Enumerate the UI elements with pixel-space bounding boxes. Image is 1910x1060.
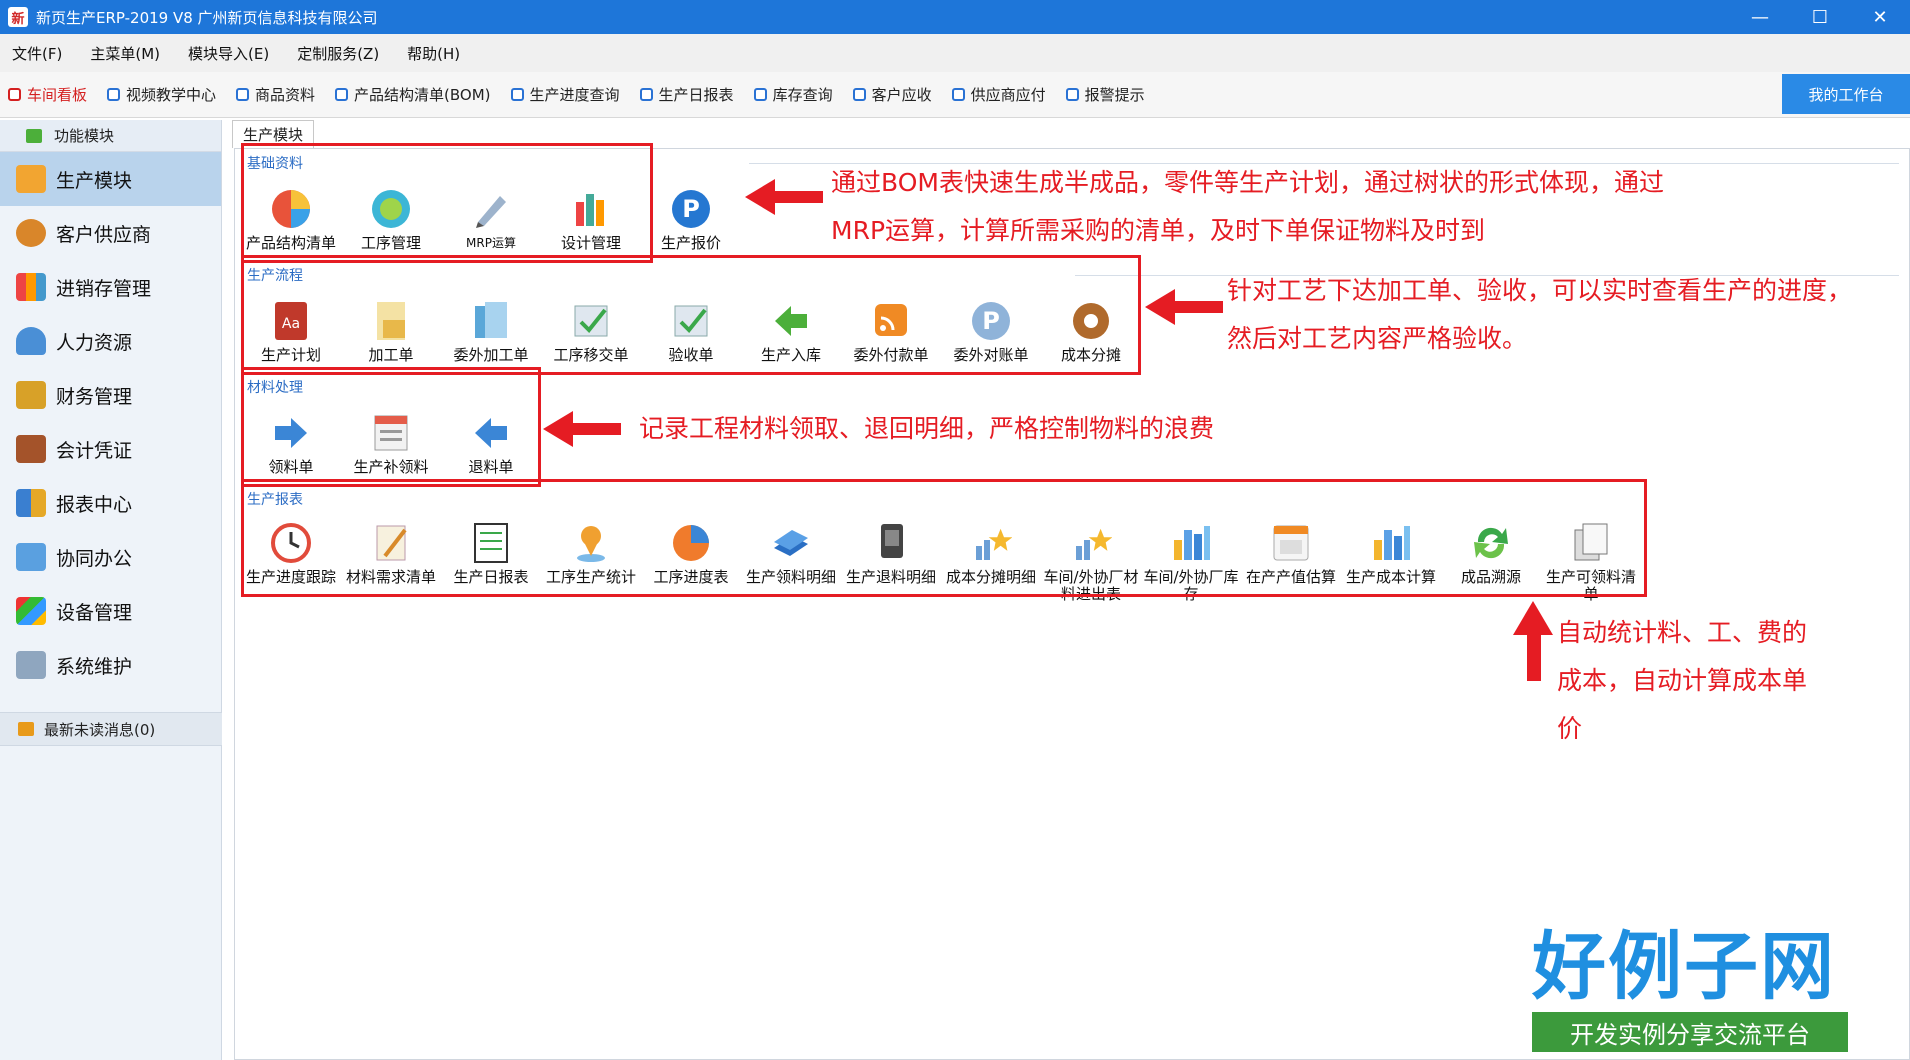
main-area: 生产模块 基础资料 产品结构清单 工序管理 MRP运算 设计管理 P 生产报价 生… [228,120,1910,1060]
checkbox-icon [1065,88,1079,101]
sidebar: 功能模块 生产模块 客户供应商 进销存管理 人力资源 财务管理 会计凭证 报表中… [0,120,222,1060]
window-controls: — ☐ ✕ [1730,0,1910,34]
sidebar-item-system[interactable]: 系统维护 [0,638,221,692]
toolbar-progress-query[interactable]: 生产进度查询 [510,84,620,105]
sidebar-item-office[interactable]: 协同办公 [0,530,221,584]
menu-custom-service[interactable]: 定制服务(Z) [297,43,379,64]
arrow-shaft [571,423,621,435]
menu-module-import[interactable]: 模块导入(E) [188,43,269,64]
logo-main-text: 好例子网 [1532,924,1836,1010]
toolbar-payable[interactable]: 供应商应付 [951,84,1046,105]
folder-icon [16,165,46,193]
app-logo-icon: 新 [8,7,28,27]
minimize-icon[interactable]: — [1730,0,1790,34]
person-icon [16,327,46,355]
sidebar-item-inventory[interactable]: 进销存管理 [0,260,221,314]
highlight-box-reports [241,479,1647,597]
p-badge-icon: P [669,187,713,231]
menu-main[interactable]: 主菜单(M) [90,43,160,64]
arrow-left-icon [543,411,573,447]
logo-sub-text: 开发实例分享交流平台 [1532,1012,1848,1052]
checkbox-icon [951,88,965,101]
menu-bar: 文件(F) 主菜单(M) 模块导入(E) 定制服务(Z) 帮助(H) [0,34,1910,72]
annotation-flow: 针对工艺下达加工单、验收，可以实时查看生产的进度， 然后对工艺内容严格验收。 [1227,276,1853,353]
production-quote-item[interactable]: P 生产报价 [643,187,739,252]
checkbox-icon [753,88,767,101]
users-icon [16,219,46,247]
coins-icon [16,381,46,409]
annotation-material: 记录工程材料领取、退回明细，严格控制物料的浪费 [639,414,1215,443]
toolbar-alert[interactable]: 报警提示 [1065,84,1145,105]
site-logo: 好例子网 开发实例分享交流平台 [1532,924,1852,1052]
windows-icon [16,597,46,625]
quick-toolbar: 车间看板 视频教学中心 商品资料 产品结构清单(BOM) 生产进度查询 生产日报… [0,72,1910,118]
window-title: 新页生产ERP-2019 V8 广州新页信息科技有限公司 [36,8,378,27]
toolbar-video-center[interactable]: 视频教学中心 [107,84,216,105]
maximize-icon[interactable]: ☐ [1790,0,1850,34]
svg-text:P: P [682,195,700,223]
checkbox-icon [639,88,653,101]
ledger-icon [16,435,46,463]
my-workbench-button[interactable]: 我的工作台 [1782,74,1910,114]
checkbox-icon [852,88,866,101]
arrow-shaft [1527,633,1541,681]
sidebar-item-production[interactable]: 生产模块 [0,152,221,206]
annotation-basic: 通过BOM表快速生成半成品，零件等生产计划，通过树状的形式体现，通过 MRP运算，… [831,168,1664,245]
annotation-reports: 自动统计料、工、费的 成本，自动计算成本单价 [1557,618,1808,743]
toolbar-bom[interactable]: 产品结构清单(BOM) [335,84,491,105]
arrow-left-icon [1145,289,1175,325]
arrow-shaft [1173,301,1223,313]
checkbox-icon [510,88,524,101]
speaker-icon [18,722,34,736]
bar-chart-icon [16,273,46,301]
sidebar-header: 功能模块 [0,120,221,152]
arrow-up-icon [1513,601,1553,635]
sidebar-item-report-center[interactable]: 报表中心 [0,476,221,530]
highlight-box-basic [241,143,653,263]
title-bar: 新 新页生产ERP-2019 V8 广州新页信息科技有限公司 — ☐ ✕ [0,0,1910,34]
arrow-left-icon [745,179,775,215]
checkbox-icon [335,88,349,101]
lock-icon [16,651,46,679]
checkbox-icon [236,88,250,101]
unread-messages[interactable]: 最新未读消息(0) [0,712,222,746]
sidebar-item-finance[interactable]: 财务管理 [0,368,221,422]
toolbar-product-info[interactable]: 商品资料 [236,84,315,105]
toolbar-receivable[interactable]: 客户应收 [852,84,932,105]
toolbar-workshop-board[interactable]: 车间看板 [8,84,87,105]
sidebar-item-equipment[interactable]: 设备管理 [0,584,221,638]
toolbar-daily-report[interactable]: 生产日报表 [639,84,734,105]
highlight-box-material [241,367,541,487]
toolbar-stock-query[interactable]: 库存查询 [753,84,833,105]
menu-help[interactable]: 帮助(H) [407,43,460,64]
module-icon [26,128,42,143]
checkbox-icon [8,88,21,101]
highlight-box-flow [241,255,1141,375]
sidebar-item-hr[interactable]: 人力资源 [0,314,221,368]
sidebar-item-customer-supplier[interactable]: 客户供应商 [0,206,221,260]
report-icon [16,489,46,517]
close-icon[interactable]: ✕ [1850,0,1910,34]
sidebar-item-voucher[interactable]: 会计凭证 [0,422,221,476]
calendar-icon [16,543,46,571]
menu-file[interactable]: 文件(F) [12,43,62,64]
checkbox-icon [107,88,121,101]
arrow-shaft [773,191,823,203]
